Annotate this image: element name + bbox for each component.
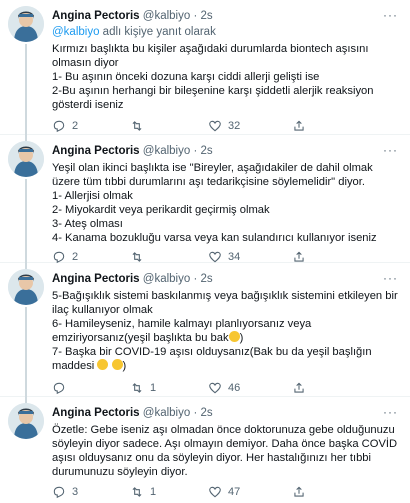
- reply-button[interactable]: 2: [52, 119, 130, 133]
- tweet-actions: 1 46: [52, 377, 306, 399]
- tweet-header: Angina Pectoris @kalbiyo · 2s: [52, 401, 400, 420]
- heart-icon: [209, 251, 221, 263]
- tweet-header: Angina Pectoris @kalbiyo · 2s: [52, 4, 400, 23]
- avatar[interactable]: [8, 6, 44, 42]
- heart-icon: [209, 120, 221, 132]
- author-handle[interactable]: @kalbiyo: [143, 10, 190, 22]
- reply-count: 2: [72, 251, 79, 263]
- separator-dot: ·: [193, 407, 198, 419]
- share-button[interactable]: [292, 485, 306, 499]
- retweet-count: 1: [150, 486, 157, 498]
- like-button[interactable]: 34: [208, 250, 286, 264]
- tweet-text-part: [108, 360, 111, 372]
- retweet-button[interactable]: [130, 119, 208, 133]
- reply-to-line: @kalbiyo adlı kişiye yanıt olarak: [52, 25, 400, 39]
- more-icon[interactable]: ···: [383, 271, 398, 285]
- share-icon: [294, 251, 304, 262]
- reply-count: 2: [72, 120, 79, 132]
- retweet-icon: [132, 252, 142, 262]
- tweet-time[interactable]: 2s: [201, 10, 213, 22]
- avatar[interactable]: [8, 403, 44, 439]
- reply-icon: [53, 120, 65, 133]
- tweet[interactable]: Angina Pectoris @kalbiyo · 2s ··· Yeşil …: [0, 135, 410, 264]
- avatar[interactable]: [8, 269, 44, 305]
- tweet-time[interactable]: 2s: [201, 273, 213, 285]
- tweet-text: Özetle: Gebe iseniz aşı olmadan önce dok…: [52, 424, 401, 478]
- reply-icon: [53, 486, 65, 499]
- author-name[interactable]: Angina Pectoris: [52, 273, 140, 285]
- avatar-image: [8, 141, 44, 177]
- share-button[interactable]: [292, 381, 306, 395]
- like-count: 32: [228, 120, 241, 132]
- tweet-text: Kırmızı başlıkta bu kişiler aşağıdaki du…: [52, 43, 374, 111]
- share-button[interactable]: [292, 119, 306, 133]
- reply-count: 3: [72, 486, 79, 498]
- separator-dot: ·: [193, 145, 198, 157]
- more-icon[interactable]: ···: [383, 143, 398, 157]
- retweet-icon: [132, 487, 142, 497]
- thread-line: [25, 307, 27, 397]
- thread-line: [25, 44, 27, 135]
- tweet-time[interactable]: 2s: [201, 145, 213, 157]
- like-count: 46: [228, 382, 241, 394]
- like-button[interactable]: 32: [208, 119, 286, 133]
- tweet[interactable]: Angina Pectoris @kalbiyo · 2s ··· @kalbi…: [0, 0, 410, 135]
- author-handle[interactable]: @kalbiyo: [143, 145, 190, 157]
- retweet-button[interactable]: 1: [130, 485, 208, 499]
- author-name[interactable]: Angina Pectoris: [52, 407, 140, 419]
- avatar-image: [8, 403, 44, 439]
- tweet-header: Angina Pectoris @kalbiyo · 2s: [52, 139, 400, 158]
- like-count: 34: [228, 251, 241, 263]
- tweet-text-part: 5-Bağışıklık sistemi baskılanmış veya ba…: [52, 290, 398, 344]
- reply-to-mention[interactable]: @kalbiyo: [52, 26, 99, 38]
- tweet[interactable]: Angina Pectoris @kalbiyo · 2s ··· Özetle…: [0, 397, 410, 500]
- tweet-header: Angina Pectoris @kalbiyo · 2s: [52, 267, 400, 286]
- reply-to-label: adlı kişiye yanıt olarak: [99, 26, 216, 38]
- tweet-actions: 2 32: [52, 115, 306, 137]
- retweet-count: 1: [150, 382, 157, 394]
- avatar-image: [8, 6, 44, 42]
- like-button[interactable]: 46: [208, 381, 286, 395]
- reply-button[interactable]: [52, 381, 130, 395]
- like-count: 47: [228, 486, 241, 498]
- heart-icon: [209, 382, 221, 394]
- laughing-emoji-icon: [111, 359, 123, 370]
- share-icon: [294, 382, 304, 393]
- heart-icon: [209, 486, 221, 498]
- author-handle[interactable]: @kalbiyo: [143, 407, 190, 419]
- author-name[interactable]: Angina Pectoris: [52, 10, 140, 22]
- tweet-text: Yeşil olan ikinci başlıkta ise "Bireyler…: [52, 162, 377, 244]
- share-icon: [294, 120, 304, 131]
- separator-dot: ·: [193, 10, 198, 22]
- author-handle[interactable]: @kalbiyo: [143, 273, 190, 285]
- tweet-text-part: ): [122, 360, 127, 372]
- laughing-emoji-icon: [228, 331, 240, 342]
- separator-dot: ·: [193, 273, 198, 285]
- retweet-button[interactable]: [130, 250, 208, 264]
- reply-icon: [53, 251, 65, 264]
- author-name[interactable]: Angina Pectoris: [52, 145, 140, 157]
- thread-line: [25, 179, 27, 263]
- reply-icon: [53, 382, 65, 395]
- reply-button[interactable]: 3: [52, 485, 130, 499]
- laughing-emoji-icon: [97, 359, 109, 370]
- avatar-image: [8, 269, 44, 305]
- retweet-icon: [132, 383, 142, 393]
- like-button[interactable]: 47: [208, 485, 286, 499]
- avatar[interactable]: [8, 141, 44, 177]
- tweet-time[interactable]: 2s: [201, 407, 213, 419]
- reply-button[interactable]: 2: [52, 250, 130, 264]
- tweet[interactable]: Angina Pectoris @kalbiyo · 2s ··· 5-Bağı…: [0, 263, 410, 397]
- tweet-text: 5-Bağışıklık sistemi baskılanmış veya ba…: [52, 289, 400, 373]
- share-button[interactable]: [292, 250, 306, 264]
- retweet-button[interactable]: 1: [130, 381, 208, 395]
- more-icon[interactable]: ···: [383, 8, 398, 22]
- more-icon[interactable]: ···: [383, 405, 398, 419]
- retweet-icon: [132, 121, 142, 131]
- share-icon: [294, 486, 304, 497]
